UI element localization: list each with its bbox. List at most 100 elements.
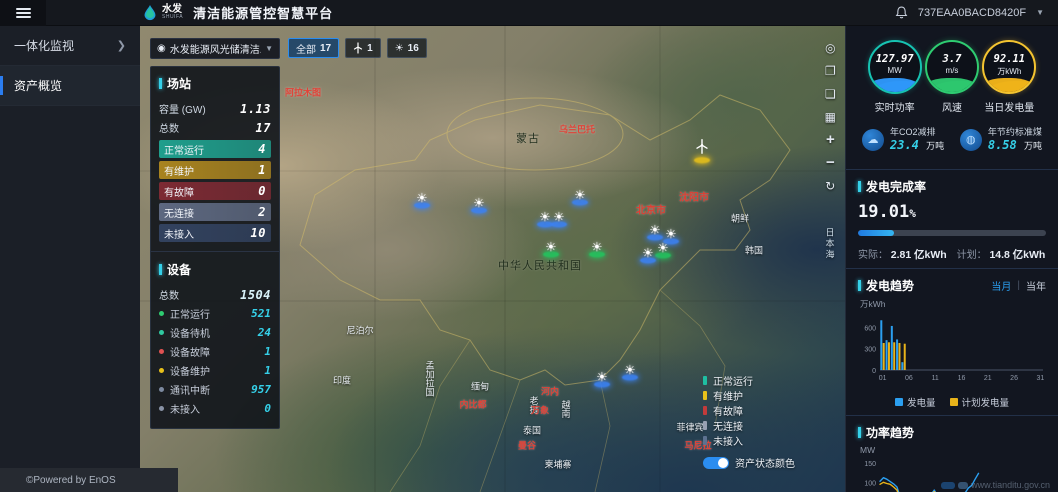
completion-progressbar <box>858 230 1046 236</box>
station-status-row: 未接入10 <box>159 224 271 242</box>
legend-color-swatch <box>703 436 707 445</box>
status-dot-icon <box>159 349 164 354</box>
map-marker-sun[interactable]: ☀ <box>469 196 489 210</box>
menu-toggle-button[interactable] <box>0 0 46 26</box>
station-info-row: 总数17 <box>159 118 271 137</box>
sun-marker-icon: ☀ <box>638 246 658 260</box>
marker-base <box>694 157 710 163</box>
map-marker-sun[interactable]: ☀ <box>535 210 555 224</box>
filter-count: 1 <box>367 43 373 54</box>
gauge-unit: m/s <box>927 66 977 75</box>
legend-row: 未接入 <box>703 433 795 448</box>
svg-text:11: 11 <box>932 375 939 382</box>
gauge-实时功率: 127.97MW实时功率 <box>866 40 923 114</box>
svg-text:150: 150 <box>864 461 876 468</box>
grid-icon[interactable]: ▦ <box>825 111 836 123</box>
env-value: 23.4 万吨 <box>890 139 944 153</box>
reset-view-icon[interactable]: ↻ <box>825 180 835 192</box>
map-label-朝鲜: 朝鲜 <box>731 212 749 225</box>
legend-swatch <box>950 398 958 406</box>
station-status-row: 有故障0 <box>159 182 271 200</box>
filter-chip-sun-icon[interactable]: ☀16 <box>387 38 427 58</box>
svg-text:0: 0 <box>872 368 876 375</box>
gauge-wave <box>868 78 922 95</box>
legend-label: 正常运行 <box>713 373 753 388</box>
gauge-风速: 3.7m/s风速 <box>923 40 980 114</box>
legend-label: 有故障 <box>713 403 743 418</box>
tab-当月[interactable]: 当月 <box>991 278 1011 293</box>
device-total-value: 1504 <box>240 288 271 302</box>
sidebar-item-1[interactable]: 资产概览 <box>0 66 140 106</box>
status-value: 0 <box>258 184 266 198</box>
map-marker-sun[interactable]: ☀ <box>653 241 673 255</box>
station-status-row: 无连接2 <box>159 203 271 221</box>
device-status-row: 通讯中断957 <box>159 380 271 399</box>
legend-row: 有维护 <box>703 388 795 403</box>
status-value: 4 <box>258 142 266 156</box>
map-marker-sun[interactable]: ☀ <box>592 370 612 384</box>
map-marker-sun[interactable]: ☀ <box>661 227 681 241</box>
device-dropdown-caret-icon[interactable]: ▼ <box>1036 8 1044 17</box>
station-selector-dropdown[interactable]: ◉ 水发能源风光储清洁... ▼ <box>150 38 280 59</box>
filter-chip-wind-turbine-icon[interactable]: 1 <box>345 38 381 58</box>
status-label: 无连接 <box>164 205 194 220</box>
sun-marker-icon: ☀ <box>541 240 561 254</box>
legend-row: 有故障 <box>703 403 795 418</box>
legend-row: 无连接 <box>703 418 795 433</box>
map-marker-sun[interactable]: ☀ <box>541 240 561 254</box>
zoom-in-icon[interactable]: + <box>826 134 835 146</box>
map-canvas[interactable]: 阿拉木图蒙古乌兰巴托北京市沈阳市中华人民共和国朝鲜韩国日本海孟加拉国尼泊尔印度缅… <box>140 26 845 492</box>
filter-chip-全部[interactable]: 全部17 <box>288 38 339 58</box>
powered-by-text: ©Powered by EnOS <box>26 475 116 486</box>
map-label-孟加拉国: 孟加拉国 <box>424 360 437 396</box>
gauge-unit: MW <box>870 66 920 75</box>
screen-in-icon[interactable]: ❐ <box>825 65 836 77</box>
wind-turbine-icon <box>353 42 363 54</box>
asset-status-color-toggle[interactable] <box>703 457 729 469</box>
map-marker-turbine[interactable] <box>692 138 712 160</box>
brand-logo: 水发 SHUIFA <box>142 4 183 22</box>
map-label-万象: 万象 <box>531 404 549 417</box>
sidebar-item-0[interactable]: 一体化监视❯ <box>0 26 140 66</box>
wind-turbine-marker-icon <box>694 138 710 155</box>
map-marker-sun[interactable]: ☀ <box>645 223 665 237</box>
map-marker-sun[interactable]: ☀ <box>620 363 640 377</box>
gauge-label: 实时功率 <box>866 99 923 114</box>
generation-trend-section: 发电趋势 当月|当年 万kWh 030060001061116212631 发电… <box>846 269 1058 416</box>
device-status-value: 1 <box>264 345 271 358</box>
device-total-row: 总数 1504 <box>159 285 271 304</box>
legend-计划发电量: 计划发电量 <box>950 395 1010 409</box>
device-status-value: 0 <box>264 402 271 415</box>
map-marker-sun[interactable]: ☀ <box>638 246 658 260</box>
status-dot-icon <box>159 330 164 335</box>
status-value: 1 <box>258 163 266 177</box>
map-marker-sun[interactable]: ☀ <box>549 210 569 224</box>
tab-当年[interactable]: 当年 <box>1026 278 1046 293</box>
notification-bell-icon[interactable] <box>895 6 908 20</box>
map-marker-sun[interactable]: ☀ <box>412 191 432 205</box>
map-label-曼谷: 曼谷 <box>518 439 536 452</box>
marker-base <box>572 199 588 205</box>
device-status-value: 521 <box>251 307 271 320</box>
zoom-out-icon[interactable]: − <box>826 157 835 169</box>
status-dot-icon <box>159 406 164 411</box>
map-label-柬埔寨: 柬埔寨 <box>544 458 571 471</box>
gauge-wave <box>982 78 1036 95</box>
marker-base <box>622 374 638 380</box>
sun-marker-icon: ☀ <box>661 227 681 241</box>
screen-out-icon[interactable]: ❏ <box>825 88 836 100</box>
marker-base <box>640 257 656 263</box>
gauge-value: 92.11 <box>984 53 1034 65</box>
map-marker-sun[interactable]: ☀ <box>570 188 590 202</box>
sun-marker-icon: ☀ <box>645 223 665 237</box>
completion-section: 发电完成率 19.01% 实际： 2.81 亿kWh 计划： 14.8 亿kWh <box>846 170 1058 269</box>
device-status-row: 未接入0 <box>159 399 271 418</box>
hamburger-icon <box>16 6 31 20</box>
logo-cn-text: 水发 <box>162 5 183 14</box>
svg-text:01: 01 <box>879 375 887 382</box>
device-id[interactable]: 737EAA0BACD8420F <box>918 7 1026 19</box>
marker-base <box>551 221 567 227</box>
timeline-icon[interactable]: ◎ <box>825 42 835 54</box>
map-marker-sun[interactable]: ☀ <box>587 240 607 254</box>
legend-发电量: 发电量 <box>895 395 936 409</box>
